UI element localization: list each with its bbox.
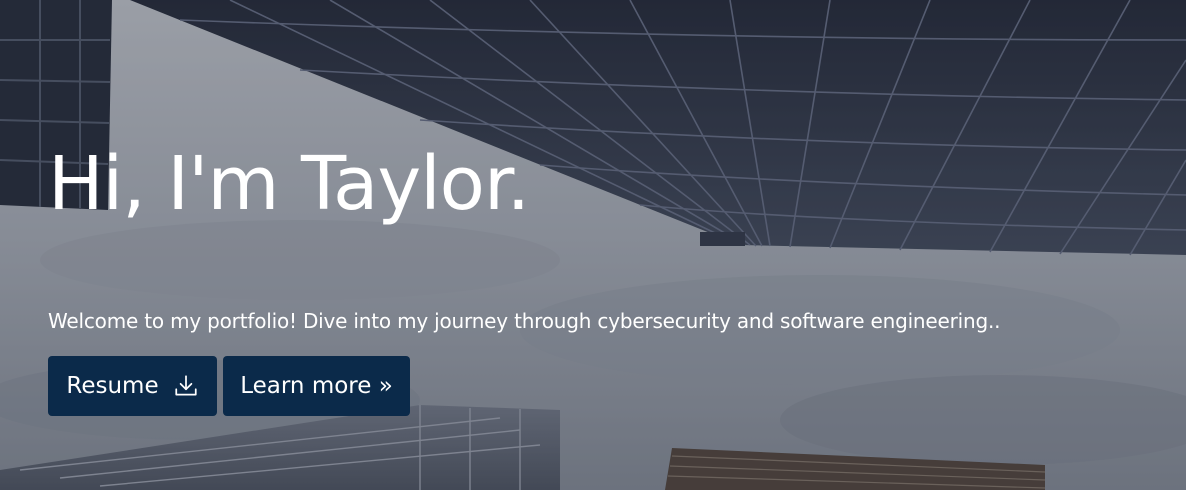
- hero-subtitle: Welcome to my portfolio! Dive into my jo…: [48, 309, 1001, 333]
- resume-button[interactable]: Resume: [48, 356, 217, 416]
- resume-button-label: Resume: [66, 373, 159, 399]
- hero-content: Hi, I'm Taylor. Welcome to my portfolio!…: [0, 0, 1186, 490]
- learn-more-button[interactable]: Learn more »: [223, 356, 410, 416]
- learn-more-button-label: Learn more »: [240, 373, 393, 399]
- hero-section: Hi, I'm Taylor. Welcome to my portfolio!…: [0, 0, 1186, 490]
- hero-title: Hi, I'm Taylor.: [48, 141, 530, 227]
- download-icon: [173, 373, 199, 399]
